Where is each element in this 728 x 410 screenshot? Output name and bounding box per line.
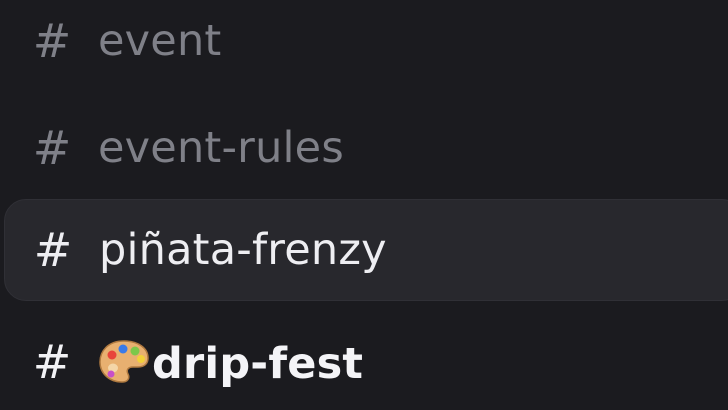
channel-name: event	[98, 15, 222, 66]
hashtag-icon: #	[32, 335, 72, 389]
channel-name: piñata-frenzy	[99, 224, 387, 275]
palette-emoji-icon	[99, 340, 149, 383]
channel-name: event-rules	[98, 122, 344, 173]
channel-item-event[interactable]: # event	[4, 0, 728, 92]
channel-item-drip-fest[interactable]: # drip-fest	[4, 311, 728, 410]
hashtag-icon: #	[32, 14, 72, 68]
channel-name: drip-fest	[152, 339, 364, 389]
channel-name-wrapper: drip-fest	[98, 338, 363, 386]
channel-item-pinata-frenzy[interactable]: # piñata-frenzy	[4, 199, 728, 301]
channel-item-event-rules[interactable]: # event-rules	[4, 97, 728, 199]
hashtag-icon: #	[32, 121, 72, 175]
channel-list: # event # event-rules # piñata-frenzy # …	[0, 0, 728, 410]
hashtag-icon: #	[33, 223, 73, 277]
